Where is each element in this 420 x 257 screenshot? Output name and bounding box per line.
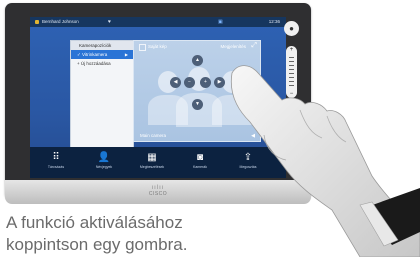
caption-line: A funkció aktiválásához [6, 213, 183, 232]
caption-line: koppintson egy gombra. [6, 235, 188, 254]
instruction-caption: A funkció aktiválásához koppintson egy g… [6, 212, 187, 256]
